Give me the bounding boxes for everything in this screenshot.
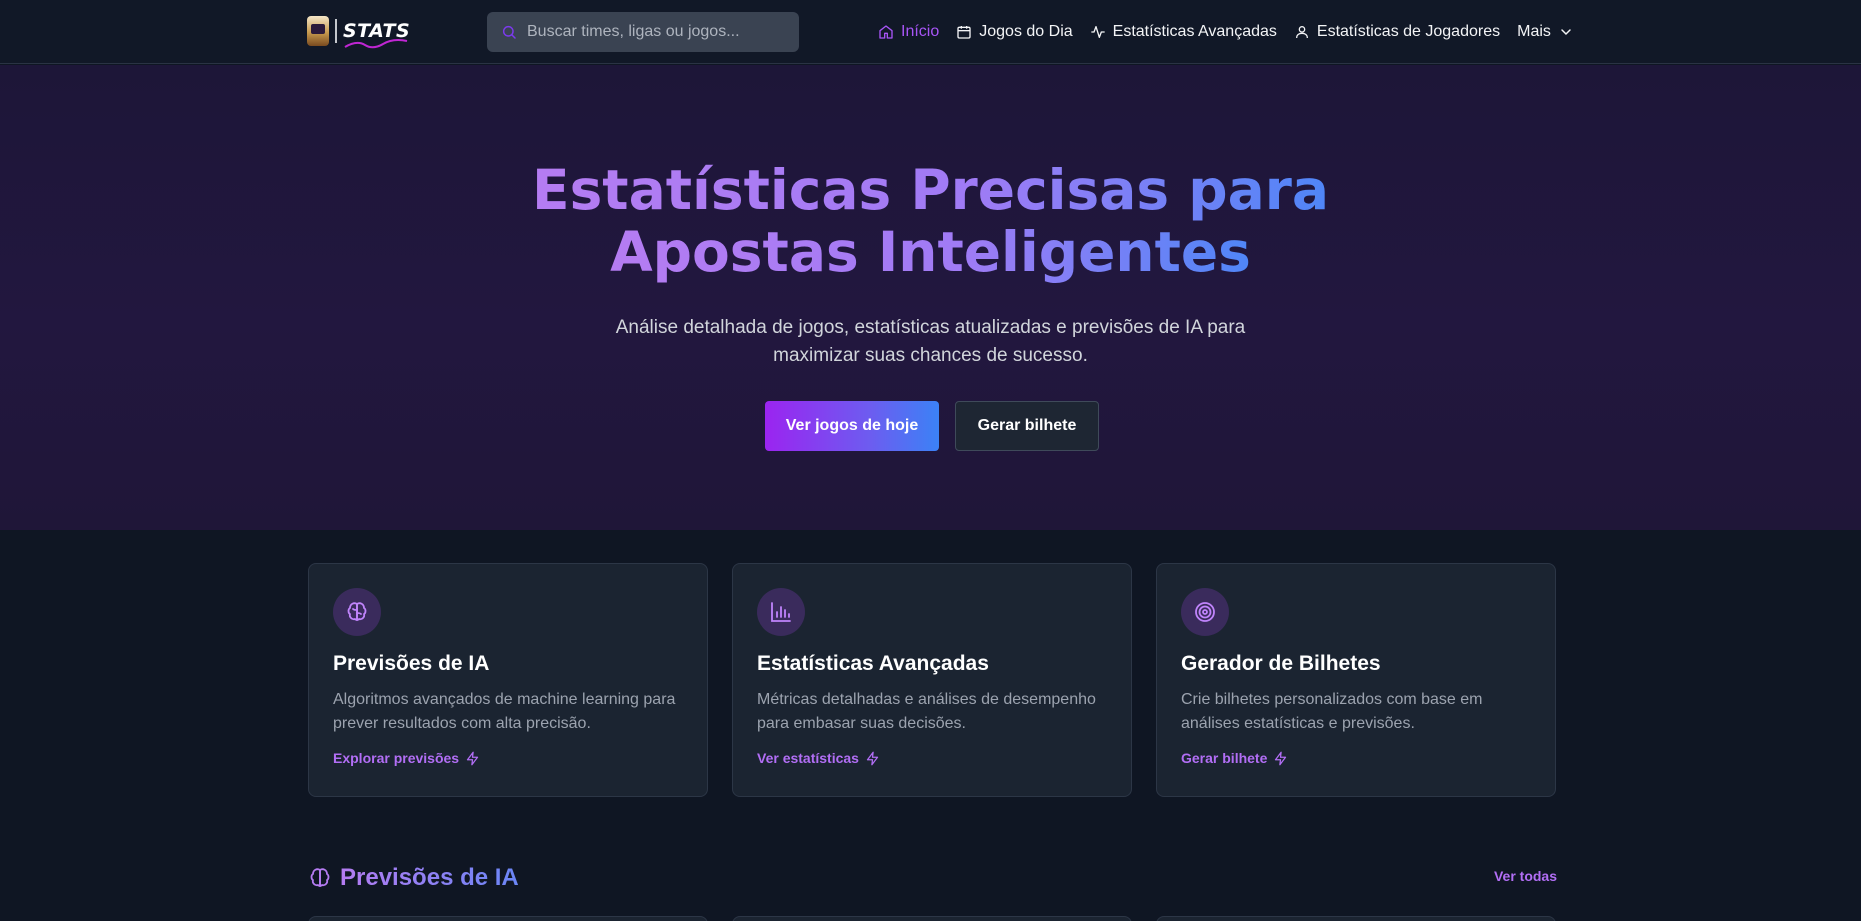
prediction-card-peek[interactable]	[1156, 916, 1556, 921]
card-description: Métricas detalhadas e análises de desemp…	[757, 691, 1096, 732]
hero-title-line2: Apostas Inteligentes	[610, 220, 1251, 284]
nav-label: Estatísticas de Jogadores	[1316, 23, 1501, 40]
home-icon	[879, 25, 893, 39]
card-icon-badge	[333, 588, 381, 636]
chevron-down-icon	[1561, 29, 1571, 36]
bar-chart-icon	[771, 602, 791, 622]
card-icon-badge	[1181, 588, 1229, 636]
card-title: Gerador de Bilhetes	[1181, 652, 1381, 675]
calendar-icon	[957, 26, 971, 39]
section-header: Previsões de IA	[308, 864, 519, 892]
card-icon-badge	[757, 588, 805, 636]
search-bar[interactable]	[487, 12, 799, 52]
explorar-previsoes-link[interactable]: Explorar previsões	[333, 750, 683, 766]
ver-jogos-button[interactable]: Ver jogos de hoje	[765, 401, 939, 451]
zap-icon	[866, 751, 879, 765]
logo-swoosh-icon	[344, 39, 408, 49]
hero-title-line1: Estatísticas Precisas para	[532, 158, 1329, 222]
feature-card-bilhetes: Gerador de Bilhetes Crie bilhetes person…	[1156, 563, 1556, 797]
hero-subtitle: Análise detalhada de jogos, estatísticas…	[615, 317, 1246, 366]
hero-section: Estatísticas Precisas para Apostas Intel…	[0, 65, 1861, 530]
user-icon	[1295, 26, 1308, 39]
feature-card-estatisticas: Estatísticas Avançadas Métricas detalhad…	[732, 563, 1132, 797]
card-link-label: Gerar bilhete	[1181, 750, 1268, 766]
target-icon	[1195, 602, 1215, 622]
nav-item-estatisticas-jogadores[interactable]: Estatísticas de Jogadores	[1294, 23, 1500, 41]
nav-item-inicio[interactable]: Início	[878, 23, 939, 41]
gerar-bilhete-button[interactable]: Gerar bilhete	[955, 401, 1099, 451]
gerar-bilhete-link[interactable]: Gerar bilhete	[1181, 750, 1531, 766]
prediction-card-peek[interactable]	[308, 916, 708, 921]
top-navbar: STATS Início Jogos do Dia	[0, 0, 1861, 64]
logo-text: STATS	[343, 20, 410, 49]
feature-card-previsoes: Previsões de IA Algoritmos avançados de …	[308, 563, 708, 797]
zap-icon	[466, 751, 479, 765]
ver-todas-link[interactable]: Ver todas	[1494, 868, 1557, 884]
card-link-label: Explorar previsões	[333, 750, 460, 766]
prediction-card-peek[interactable]	[732, 916, 1132, 921]
brain-icon	[310, 868, 330, 887]
nav-item-estatisticas-avancadas[interactable]: Estatísticas Avançadas	[1090, 23, 1277, 41]
logo-divider	[335, 19, 337, 43]
nav-item-jogos-do-dia[interactable]: Jogos do Dia	[956, 23, 1073, 41]
zap-icon	[1275, 751, 1287, 765]
card-description: Algoritmos avançados de machine learning…	[333, 691, 676, 732]
brain-icon	[347, 602, 367, 621]
search-icon	[502, 25, 516, 39]
card-title: Previsões de IA	[333, 652, 490, 675]
main-nav: Início Jogos do Dia Estatísticas Avançad…	[878, 0, 1574, 64]
card-description: Crie bilhetes personalizados com base em…	[1181, 691, 1483, 732]
nav-label: Mais	[1517, 23, 1551, 40]
nav-label: Jogos do Dia	[979, 23, 1073, 40]
card-title: Estatísticas Avançadas	[757, 652, 989, 675]
nav-label: Início	[901, 23, 940, 40]
card-link-label: Ver estatísticas	[757, 750, 859, 766]
section-title: Previsões de IA	[340, 864, 519, 891]
logo-badge-icon	[307, 16, 329, 46]
nav-label: Estatísticas Avançadas	[1112, 23, 1277, 40]
nav-item-mais[interactable]: Mais	[1517, 23, 1574, 41]
hero-title: Estatísticas Precisas para Apostas Intel…	[0, 159, 1861, 283]
activity-icon	[1090, 26, 1105, 38]
site-logo[interactable]: STATS	[307, 14, 410, 49]
ver-estatisticas-link[interactable]: Ver estatísticas	[757, 750, 1107, 766]
search-input[interactable]	[527, 23, 787, 41]
